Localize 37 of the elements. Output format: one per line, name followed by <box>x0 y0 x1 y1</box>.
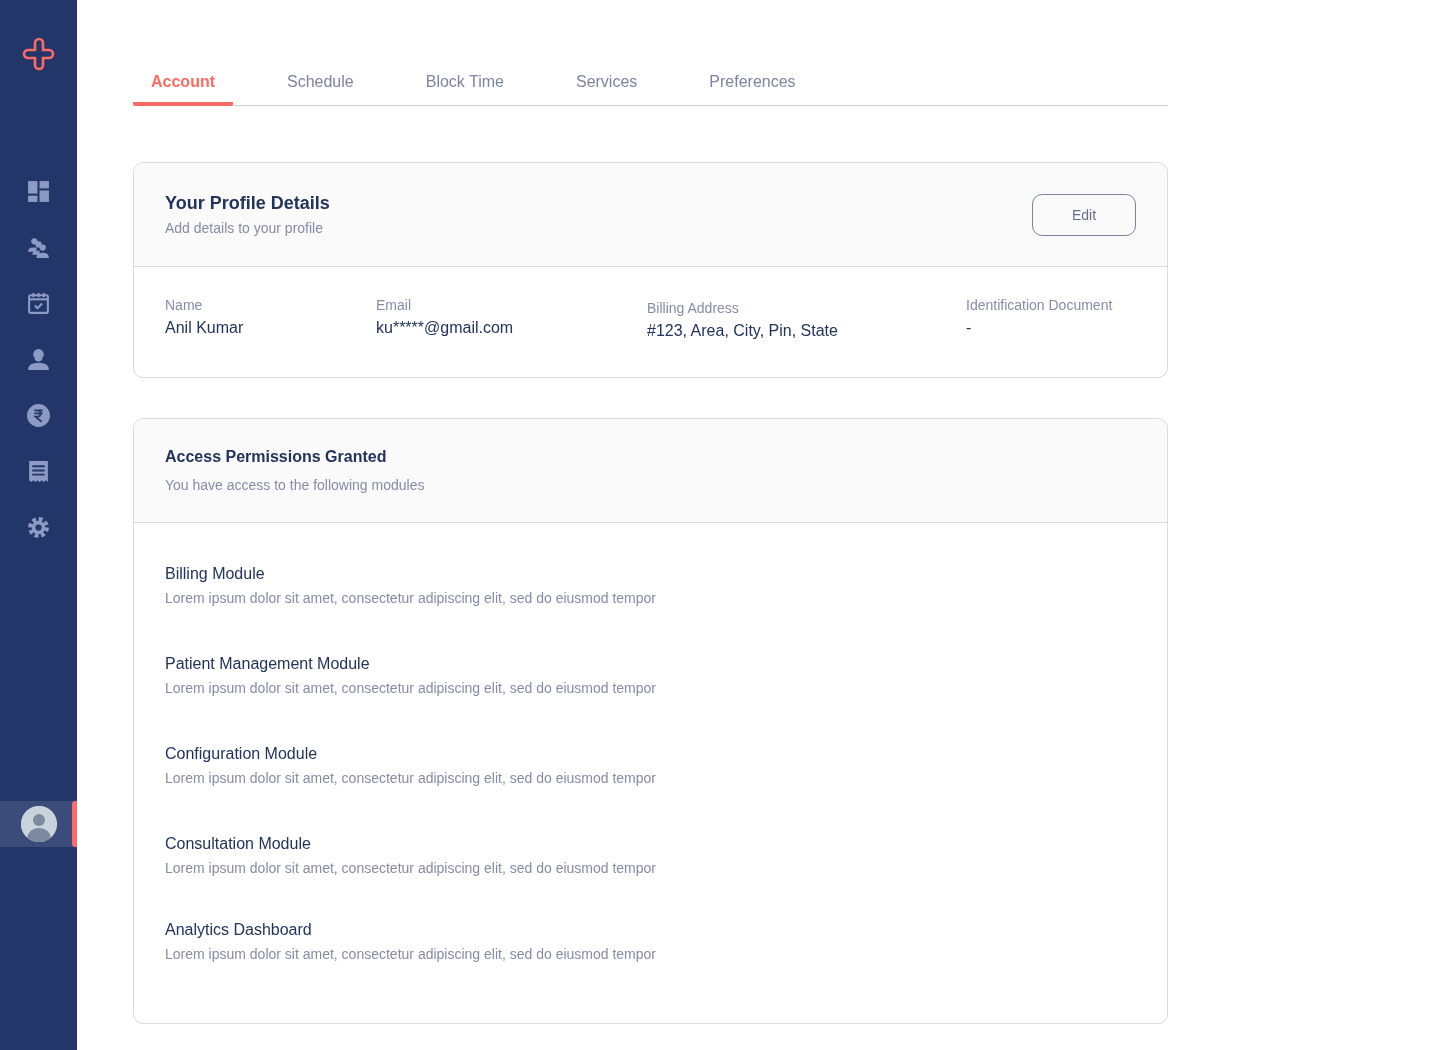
settings-icon <box>26 514 51 540</box>
field-label: Billing Address <box>647 300 740 316</box>
module-name: Configuration Module <box>165 745 319 763</box>
calendar-icon <box>26 290 51 316</box>
card-subtitle: You have access to the following modules <box>165 477 425 493</box>
edit-button[interactable]: Edit <box>1032 193 1136 236</box>
module-description: Lorem ipsum dolor sit amet, consectetur adipiscing elit, sed do eiusmod tempor <box>165 946 657 962</box>
module-description: Lorem ipsum dolor sit amet, consectetur adipiscing elit, sed do eiusmod tempor <box>165 590 657 606</box>
module-description: Lorem ipsum dolor sit amet, consectetur adipiscing elit, sed do eiusmod tempor <box>165 860 657 876</box>
module-description: Lorem ipsum dolor sit amet, consectetur adipiscing elit, sed do eiusmod tempor <box>165 680 657 696</box>
field-value: - <box>966 319 973 337</box>
field-label: Email <box>376 297 412 313</box>
field-value: Anil Kumar <box>165 319 245 337</box>
card-subtitle: Add details to your profile <box>165 220 324 236</box>
profile-nav-item[interactable] <box>0 801 77 847</box>
card-title: Your Profile Details <box>165 193 330 214</box>
module-name: Consultation Module <box>165 835 312 853</box>
tab[interactable]: Preferences <box>691 71 814 106</box>
card-title: Access Permissions Granted <box>165 448 388 466</box>
module-name: Patient Management Module <box>165 655 371 673</box>
tab[interactable]: Account <box>133 71 233 106</box>
field-value: #123, Area, City, Pin, State <box>647 322 839 340</box>
logo-icon <box>21 37 56 71</box>
tab[interactable]: Block Time <box>407 71 522 106</box>
module-name: Billing Module <box>165 565 266 583</box>
tab[interactable]: Schedule <box>269 71 372 106</box>
receipt-icon <box>26 458 51 484</box>
person-icon <box>26 346 51 372</box>
module-name: Analytics Dashboard <box>165 921 313 939</box>
field-value: ku*****@gmail.com <box>376 319 515 337</box>
module-description: Lorem ipsum dolor sit amet, consectetur adipiscing elit, sed do eiusmod tempor <box>165 770 657 786</box>
rupee-icon <box>26 402 51 428</box>
dashboard-icon <box>26 178 51 204</box>
field-label: Identification Document <box>966 297 1114 313</box>
avatar-icon <box>20 806 57 842</box>
tab[interactable]: Services <box>557 71 656 106</box>
field-label: Name <box>165 297 204 313</box>
